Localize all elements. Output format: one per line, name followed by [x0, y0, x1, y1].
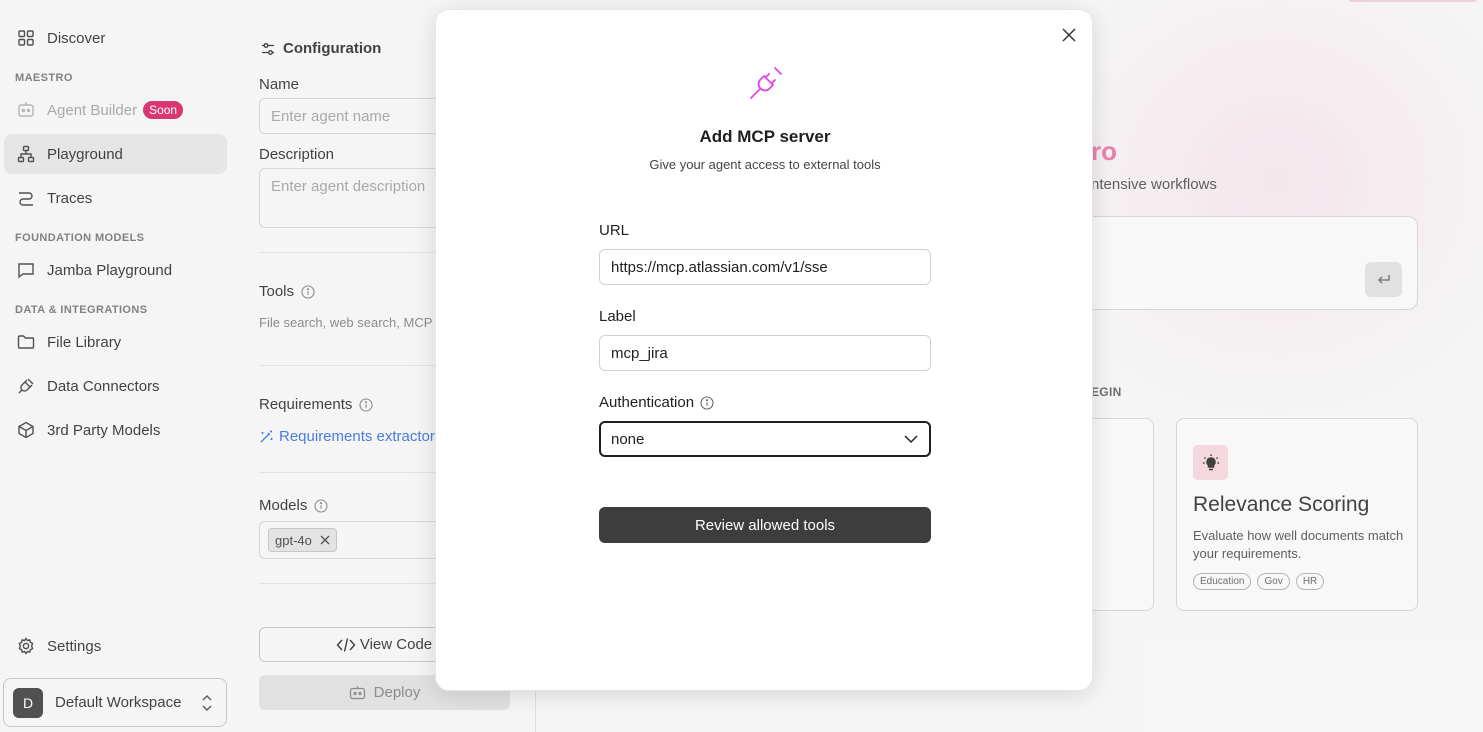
url-input[interactable] [599, 249, 931, 285]
label-input[interactable] [599, 335, 931, 371]
dialog-subtitle: Give your agent access to external tools [649, 157, 881, 172]
authentication-value: none [611, 430, 645, 448]
authentication-label-text: Authentication [599, 394, 695, 411]
add-mcp-server-dialog: Add MCP server Give your agent access to… [435, 9, 1093, 691]
plug-icon [750, 67, 782, 99]
url-label: URL [599, 222, 630, 239]
review-allowed-tools-button[interactable]: Review allowed tools [599, 507, 931, 543]
label-label: Label [599, 308, 636, 325]
info-icon[interactable] [700, 395, 714, 410]
authentication-label: Authentication [599, 394, 714, 411]
chevron-down-icon [904, 435, 918, 444]
dialog-title: Add MCP server [699, 127, 831, 146]
close-icon[interactable] [1061, 27, 1077, 43]
authentication-select[interactable]: none [599, 421, 931, 457]
